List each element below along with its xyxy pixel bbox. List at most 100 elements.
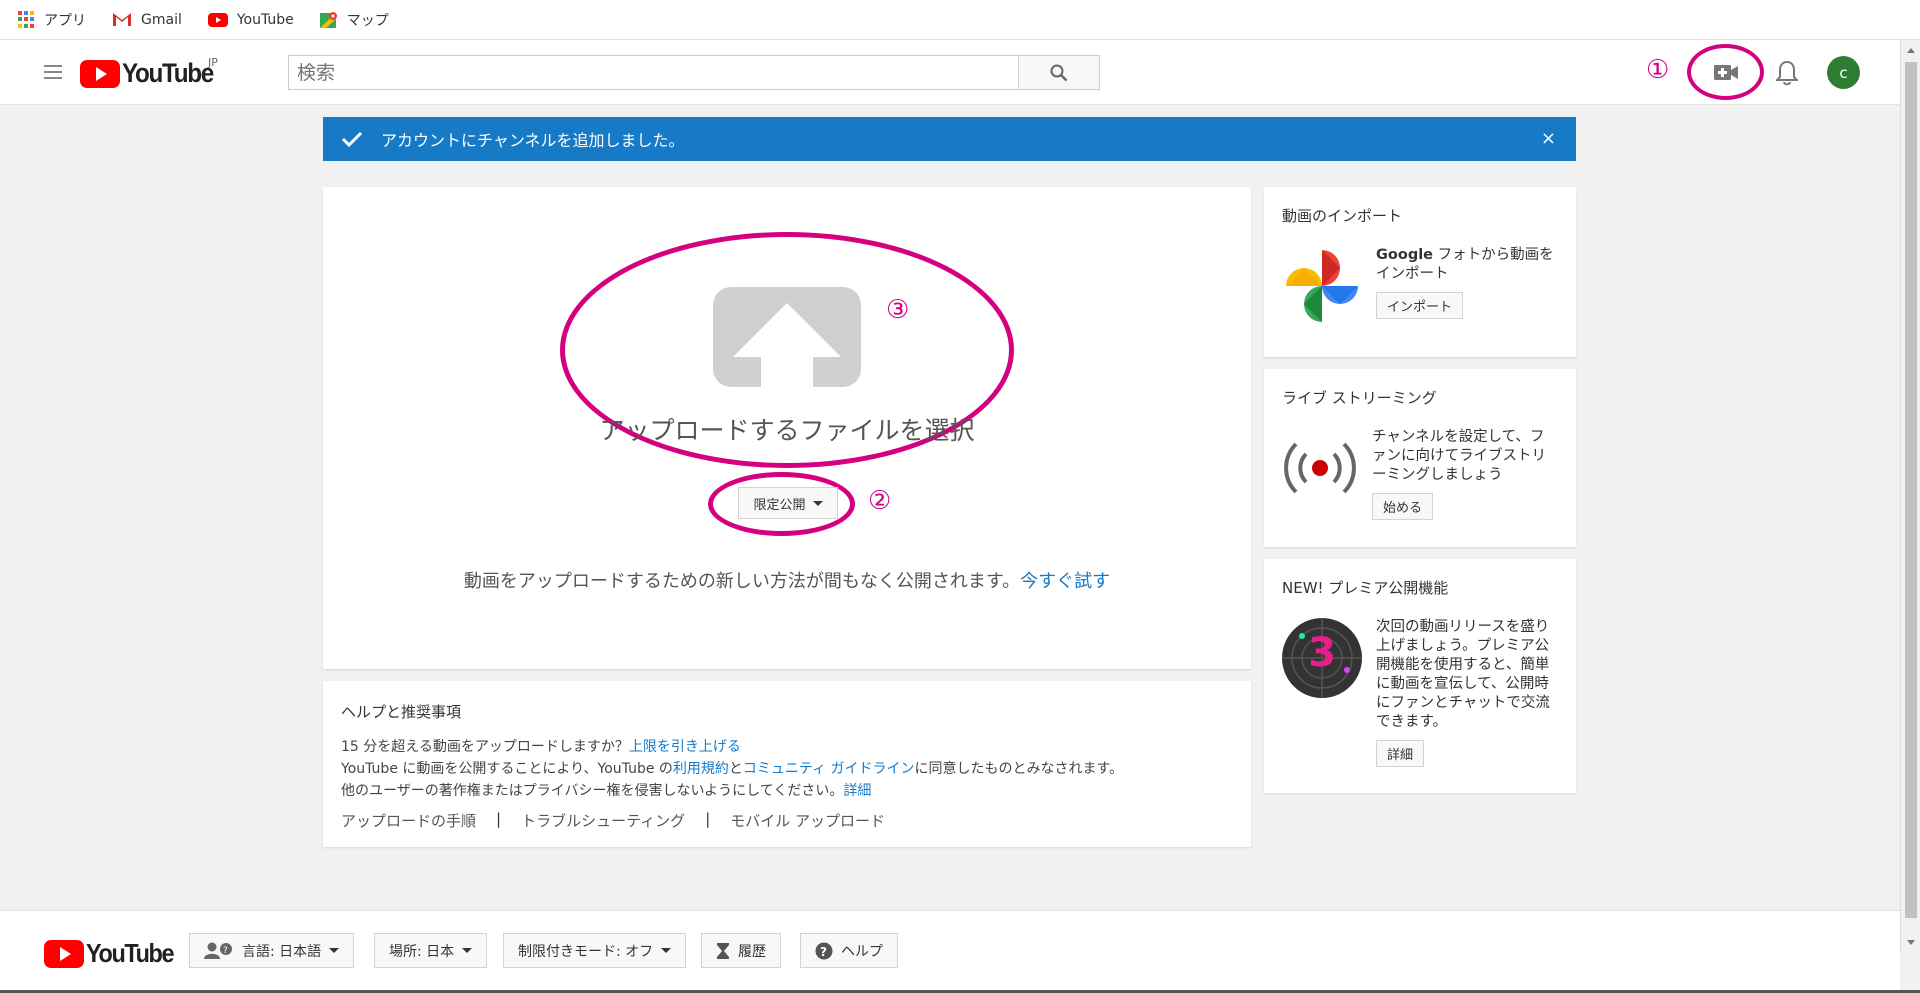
annotation-number-3: ③: [886, 295, 910, 325]
svg-text:?: ?: [820, 945, 827, 959]
notification-banner: アカウントにチャンネルを追加しました。 ×: [323, 117, 1576, 161]
chevron-down-icon: [661, 948, 672, 953]
menu-icon[interactable]: [44, 65, 62, 83]
live-text: チャンネルを設定して、ファンに向けてライブストリーミングしましょう: [1372, 429, 1546, 483]
svg-text:?: ?: [223, 946, 228, 956]
search-button[interactable]: [1018, 55, 1100, 90]
troubleshooting-link[interactable]: トラブルシューティング: [521, 810, 685, 831]
history-button[interactable]: 履歴: [701, 933, 781, 968]
upload-steps-link[interactable]: アップロードの手順: [341, 810, 476, 831]
import-text-bold: Google: [1376, 247, 1434, 263]
help-text: 他のユーザーの著作権またはプライバシー権を侵害しないようにしてください。: [341, 783, 844, 799]
live-streaming-card: ライブ ストリーミング チャンネルを設定して、ファンに向けてライブストリーミング…: [1264, 369, 1576, 547]
location-label: 場所: 日本: [389, 943, 455, 960]
google-photos-icon: [1286, 250, 1358, 322]
youtube-play-icon: [80, 59, 120, 88]
details-button[interactable]: 詳細: [1376, 740, 1425, 767]
maps-icon: [319, 11, 337, 28]
help-icon: ?: [815, 942, 833, 959]
help-links: アップロードの手順 | トラブルシューティング | モバイル アップロード: [341, 810, 1233, 831]
help-line-2: YouTube に動画を公開することにより、YouTube の利用規約とコミュニ…: [341, 758, 1233, 780]
help-heading: ヘルプと推奨事項: [341, 703, 462, 721]
logo-text: YouTube: [122, 58, 214, 88]
history-label: 履歴: [738, 943, 766, 960]
banner-message: アカウントにチャンネルを追加しました。: [381, 131, 685, 150]
search-box: [288, 55, 1100, 90]
try-now-link[interactable]: 今すぐ試す: [1020, 571, 1110, 592]
import-text: Google フォトから動画をインポート: [1376, 246, 1558, 284]
terms-link[interactable]: 利用規約: [673, 761, 729, 777]
increase-limit-link[interactable]: 上限を引き上げる: [629, 739, 741, 755]
new-upload-notice: 動画をアップロードするための新しい方法が間もなく公開されます。今すぐ試す: [323, 567, 1251, 593]
import-button[interactable]: インポート: [1376, 292, 1464, 319]
live-broadcast-icon: [1284, 442, 1356, 494]
language-people-icon: ?: [204, 942, 232, 959]
live-title: ライブ ストリーミング: [1282, 389, 1437, 407]
start-button[interactable]: 始める: [1372, 493, 1434, 520]
avatar[interactable]: c: [1827, 56, 1860, 89]
logo-text: YouTube: [86, 938, 175, 968]
premiere-text: 次回の動画リリースを盛り上げましょう。プレミア公開機能を使用すると、簡単に動画を…: [1376, 619, 1550, 730]
chevron-down-icon: [812, 500, 823, 506]
select-file-label[interactable]: アップロードするファイルを選択: [323, 411, 1251, 447]
separator: |: [496, 810, 502, 828]
premiere-countdown-icon: 3: [1282, 618, 1362, 698]
scroll-down-arrow-icon[interactable]: [1907, 940, 1915, 945]
help-text: YouTube に動画を公開することにより、YouTube の: [341, 761, 673, 777]
separator: |: [705, 810, 711, 828]
footer: YouTube ? 言語: 日本語 場所: 日本 制限付きモード: オフ 履歴 …: [0, 910, 1900, 993]
help-text: 15 分を超える動画をアップロードしますか？: [341, 739, 629, 755]
search-input[interactable]: [288, 55, 1018, 90]
help-label: ヘルプ: [841, 943, 883, 960]
mobile-upload-link[interactable]: モバイル アップロード: [730, 810, 885, 831]
close-icon[interactable]: ×: [1541, 128, 1556, 149]
bookmark-maps[interactable]: マップ: [319, 10, 389, 30]
new-method-text: 動画をアップロードするための新しい方法が間もなく公開されます。: [463, 571, 1021, 592]
privacy-dropdown[interactable]: 限定公開: [738, 487, 838, 519]
language-button[interactable]: ? 言語: 日本語: [189, 933, 355, 968]
language-label: 言語: 日本語: [242, 943, 322, 960]
bookmark-gmail[interactable]: Gmail: [112, 12, 182, 28]
upload-card: ③ アップロードするファイルを選択 限定公開 ② 動画をアップロードするための新…: [323, 187, 1251, 669]
help-button[interactable]: ? ヘルプ: [800, 933, 898, 968]
search-icon: [1050, 64, 1068, 81]
privacy-value: 限定公開: [753, 497, 806, 513]
notifications-bell-icon[interactable]: [1776, 60, 1798, 86]
premiere-title: NEW! プレミア公開機能: [1282, 579, 1449, 597]
gmail-icon: [113, 13, 131, 26]
bookmark-label: アプリ: [44, 12, 86, 29]
restricted-mode-button[interactable]: 制限付きモード: オフ: [503, 933, 687, 968]
details-link[interactable]: 詳細: [843, 783, 871, 799]
bookmark-youtube[interactable]: YouTube: [207, 11, 294, 28]
help-line-1: 15 分を超える動画をアップロードしますか？上限を引き上げる: [341, 736, 1233, 758]
youtube-logo[interactable]: YouTube JP: [80, 56, 223, 89]
page-scrollbar[interactable]: [1900, 40, 1920, 953]
apps-grid-icon: [18, 11, 35, 28]
annotation-number-2: ②: [868, 486, 892, 516]
annotation-number-1: ①: [1646, 55, 1670, 85]
bookmark-label: Gmail: [141, 11, 182, 28]
help-card: ヘルプと推奨事項 15 分を超える動画をアップロードしますか？上限を引き上げる …: [323, 681, 1251, 847]
help-text: と: [728, 761, 743, 777]
restricted-mode-label: 制限付きモード: オフ: [518, 943, 654, 960]
scrollbar-thumb[interactable]: [1905, 62, 1917, 918]
premiere-badge-number: 3: [1308, 630, 1336, 676]
community-guidelines-link[interactable]: コミュニティ ガイドライン: [743, 761, 915, 777]
import-title: 動画のインポート: [1282, 207, 1403, 225]
bookmarks-bar: アプリ Gmail YouTube マップ: [0, 0, 1920, 40]
help-text: に同意したものとみなされます。: [914, 761, 1124, 777]
youtube-play-icon: [44, 939, 84, 968]
footer-youtube-logo[interactable]: YouTube: [44, 938, 183, 969]
premiere-card: NEW! プレミア公開機能 3 次回の動画リリースを盛り上げましょう。プレミア公…: [1264, 559, 1576, 793]
bookmark-apps[interactable]: アプリ: [18, 10, 86, 30]
chevron-down-icon: [329, 948, 340, 953]
bookmark-label: マップ: [346, 12, 389, 29]
chevron-down-icon: [462, 948, 473, 953]
masthead: YouTube JP c: [0, 40, 1900, 105]
scroll-up-arrow-icon[interactable]: [1907, 48, 1915, 53]
bookmark-label: YouTube: [236, 11, 294, 28]
video-upload-icon[interactable]: [1714, 64, 1739, 81]
hourglass-icon: [717, 942, 729, 959]
location-button[interactable]: 場所: 日本: [374, 933, 488, 968]
import-card: 動画のインポート Google フォトから動画をインポート インポート: [1264, 187, 1576, 357]
